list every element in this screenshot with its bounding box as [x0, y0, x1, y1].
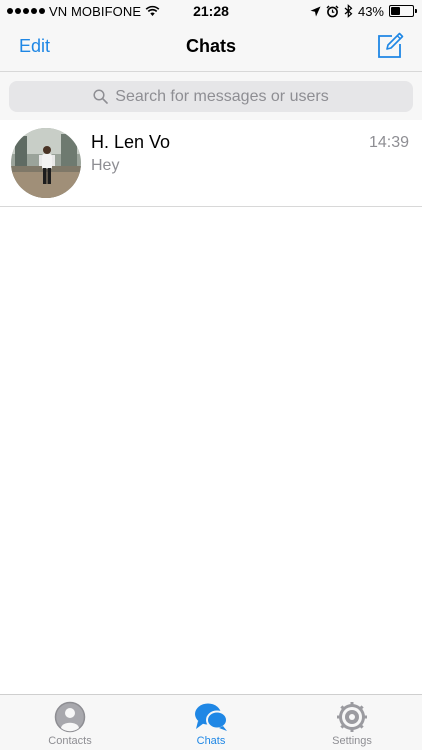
bluetooth-icon — [344, 4, 353, 18]
tab-bar: Contacts Chats Settings — [0, 694, 422, 750]
chat-preview: Hey — [91, 157, 120, 174]
search-icon — [93, 89, 109, 104]
search-bar: Search for messages or users — [0, 72, 422, 120]
tab-label: Chats — [196, 735, 226, 747]
status-right: 43% — [310, 0, 417, 22]
chat-name: H. Len Vo — [91, 132, 171, 152]
battery-icon — [389, 5, 417, 17]
chats-icon — [195, 703, 228, 731]
tab-label: Settings — [332, 735, 372, 747]
tab-chats[interactable]: Chats — [141, 695, 281, 750]
location-arrow-icon — [310, 6, 321, 16]
tab-label: Contacts — [48, 735, 92, 747]
search-placeholder: Search for messages or users — [115, 87, 329, 105]
alarm-icon — [326, 5, 339, 17]
page-title: Chats — [185, 36, 236, 56]
avatar — [11, 128, 81, 198]
navigation-bar: Edit Chats — [0, 22, 422, 72]
chat-list: H. Len Vo Hey 14:39 — [0, 120, 422, 207]
contacts-icon — [54, 701, 86, 733]
battery-level — [391, 7, 401, 15]
battery-percent: 43% — [357, 3, 384, 19]
status-bar: VN MOBIFONE 21:28 43% — [0, 0, 422, 22]
chat-row[interactable]: H. Len Vo Hey 14:39 — [0, 120, 422, 207]
compose-icon — [378, 32, 404, 58]
chat-time: 14:39 — [368, 134, 409, 151]
tab-contacts[interactable]: Contacts — [0, 695, 140, 750]
tab-settings[interactable]: Settings — [282, 695, 422, 750]
search-input[interactable]: Search for messages or users — [9, 81, 413, 112]
settings-icon — [337, 702, 367, 732]
compose-button[interactable] — [376, 32, 404, 60]
avatar-photo — [11, 128, 81, 198]
